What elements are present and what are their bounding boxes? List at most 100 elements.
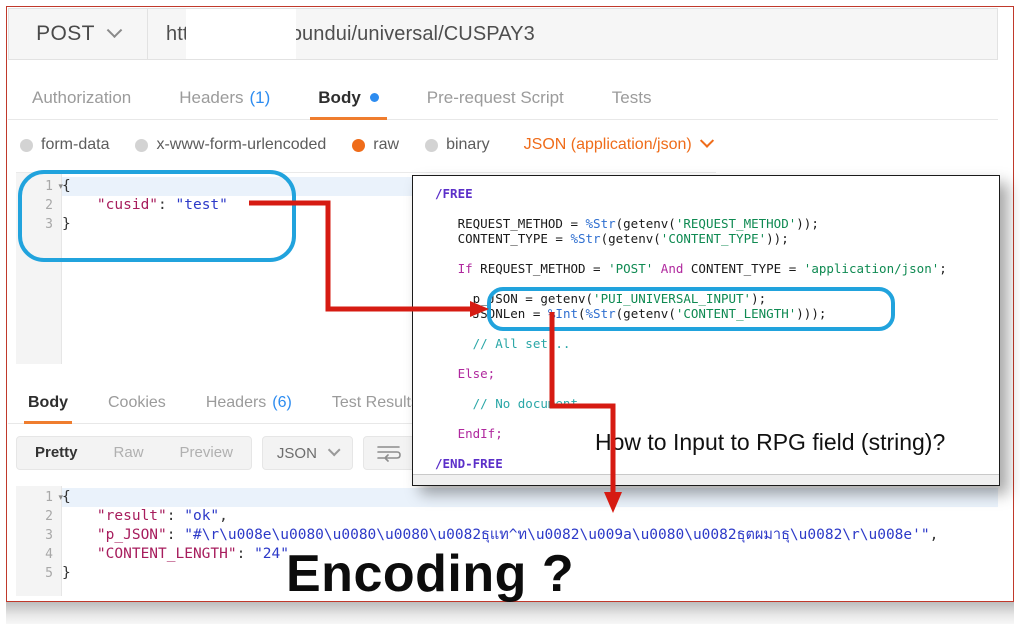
word-wrap-button[interactable] bbox=[362, 436, 415, 470]
view-mode-raw[interactable]: Raw bbox=[96, 436, 162, 470]
code-line: "p_JSON": "#\r\u008e\u0080\u0080\u0080\u… bbox=[62, 526, 998, 545]
rpg-code-line bbox=[435, 276, 999, 291]
rpg-code-line bbox=[435, 411, 999, 426]
screenshot-root: POST http 3080/profoundui/universal/CUSP… bbox=[0, 0, 1020, 624]
code-token: "CONTENT_LENGTH" bbox=[96, 546, 237, 562]
rpg-code-line bbox=[435, 321, 999, 336]
line-number: 2 bbox=[45, 198, 53, 213]
response-format-dropdown[interactable]: JSON bbox=[261, 436, 353, 470]
tab-label: Pre-request Script bbox=[426, 87, 564, 107]
rpg-code-line: JSONLen = %Int(%Str(getenv('CONTENT_LENG… bbox=[435, 306, 999, 321]
rpg-code-token: If bbox=[435, 261, 473, 276]
rpg-code-token: REQUEST_METHOD = bbox=[472, 261, 609, 276]
code-token: } bbox=[62, 216, 71, 232]
rpg-code-token: )); bbox=[766, 231, 789, 246]
request-url-row: POST http 3080/profoundui/universal/CUSP… bbox=[8, 8, 998, 60]
rpg-code-token: ( bbox=[578, 306, 586, 321]
rpg-code-token: ; bbox=[939, 261, 947, 276]
rpg-code-token: // All set... bbox=[435, 336, 571, 351]
code-line: { bbox=[62, 488, 998, 507]
tab-tests[interactable]: Tests bbox=[588, 76, 676, 120]
content-type-label: JSON (application/json) bbox=[523, 136, 692, 153]
response-view-mode-group: Pretty Raw Preview bbox=[16, 436, 252, 470]
rpg-code-token: 'application/json' bbox=[803, 261, 940, 276]
line-number: 1 bbox=[45, 179, 53, 194]
code-token: "p_JSON" bbox=[96, 527, 167, 543]
rpg-code-token: CONTENT_TYPE = bbox=[435, 231, 571, 246]
http-method-label: POST bbox=[36, 22, 95, 45]
radio-form-data[interactable]: form-data bbox=[20, 136, 109, 154]
rpg-code-token: 'POST' bbox=[608, 261, 654, 276]
body-type-radio-row: form-data x-www-form-urlencoded raw bina… bbox=[20, 128, 1000, 162]
response-tab-body[interactable]: Body bbox=[8, 382, 88, 424]
chevron-down-icon bbox=[106, 21, 123, 38]
rpg-code-line: Else; bbox=[435, 366, 999, 381]
code-token: , bbox=[219, 508, 228, 524]
radio-x-www-form-urlencoded[interactable]: x-www-form-urlencoded bbox=[135, 136, 326, 154]
tab-headers[interactable]: Headers (1) bbox=[155, 76, 294, 120]
code-token: : bbox=[236, 546, 255, 562]
rpg-code-token: ); bbox=[751, 291, 767, 306]
rpg-code-token: REQUEST_METHOD = bbox=[435, 216, 586, 231]
tab-label: Authorization bbox=[32, 87, 132, 107]
line-number: 3 bbox=[45, 528, 53, 543]
rpg-code-token: %Str bbox=[585, 306, 616, 321]
rpg-code-token: 'PUI_UNIVERSAL_INPUT' bbox=[593, 291, 752, 306]
tab-label: Headers bbox=[179, 87, 244, 107]
tab-authorization[interactable]: Authorization bbox=[8, 76, 155, 120]
http-method-dropdown[interactable]: POST bbox=[8, 8, 148, 60]
radio-label: binary bbox=[446, 136, 490, 153]
response-editor-gutter: 1 ▾ 2 3 4 5 bbox=[16, 486, 63, 596]
rpg-code-token: )); bbox=[796, 216, 819, 231]
code-token: "ok" bbox=[184, 508, 220, 524]
rpg-code-token: /END-FREE bbox=[435, 456, 503, 471]
radio-raw[interactable]: raw bbox=[352, 136, 399, 154]
rpg-code-line bbox=[435, 201, 999, 216]
rpg-code-line bbox=[435, 246, 999, 261]
code-token: { bbox=[62, 178, 71, 194]
rpg-source-overlay: /FREE REQUEST_METHOD = %Str(getenv('REQU… bbox=[412, 175, 1000, 486]
url-input[interactable]: http 3080/profoundui/universal/CUSPAY3 bbox=[148, 8, 998, 60]
rpg-code-line: // All set... bbox=[435, 336, 999, 351]
tab-body[interactable]: Body bbox=[294, 76, 403, 120]
tab-label: Body bbox=[318, 87, 361, 107]
rpg-code-token: (getenv( bbox=[615, 306, 676, 321]
chevron-down-icon bbox=[699, 133, 714, 148]
radio-label: x-www-form-urlencoded bbox=[156, 136, 327, 153]
view-mode-pretty[interactable]: Pretty bbox=[17, 436, 96, 470]
response-tab-headers[interactable]: Headers (6) bbox=[186, 382, 312, 424]
tab-label: Body bbox=[28, 393, 68, 411]
request-editor-gutter: 1 ▾ 2 3 bbox=[16, 173, 63, 364]
code-token: "cusid" bbox=[96, 197, 159, 213]
rpg-code-token: %Str bbox=[570, 231, 601, 246]
rpg-code-line: /END-FREE bbox=[435, 456, 999, 471]
tab-pre-request-script[interactable]: Pre-request Script bbox=[403, 76, 588, 120]
request-tabs: Authorization Headers (1) Body Pre-reque… bbox=[8, 76, 998, 120]
line-number: 3 bbox=[45, 217, 53, 232]
rpg-code-token: CONTENT_TYPE = bbox=[683, 261, 804, 276]
window-bottom-strip bbox=[6, 602, 1014, 624]
word-wrap-icon bbox=[377, 446, 401, 462]
tab-label: Test Results bbox=[331, 393, 419, 411]
radio-binary[interactable]: binary bbox=[425, 136, 490, 154]
view-mode-preview[interactable]: Preview bbox=[162, 436, 251, 470]
response-format-label: JSON bbox=[276, 444, 317, 462]
code-line: "result": "ok", bbox=[62, 507, 998, 526]
rpg-code-token: 'REQUEST_METHOD' bbox=[675, 216, 797, 231]
response-toolbar: Pretty Raw Preview JSON bbox=[16, 434, 415, 472]
response-tab-cookies[interactable]: Cookies bbox=[88, 382, 186, 424]
rpg-code-token: p_JSON = getenv( bbox=[435, 291, 594, 306]
code-token: { bbox=[62, 489, 71, 505]
rpg-code-token: %Str bbox=[585, 216, 616, 231]
rpg-code-token: // No document... bbox=[435, 396, 601, 411]
radio-label: form-data bbox=[41, 136, 110, 153]
content-type-dropdown[interactable]: JSON (application/json) bbox=[523, 133, 714, 154]
code-token: "24" bbox=[254, 546, 289, 562]
rpg-code-token: Else; bbox=[435, 366, 496, 381]
rpg-code-line: CONTENT_TYPE = %Str(getenv('CONTENT_TYPE… bbox=[435, 231, 999, 246]
line-number: 1 bbox=[45, 490, 53, 505]
code-token: "test" bbox=[175, 197, 228, 213]
rpg-code-line: /FREE bbox=[435, 186, 999, 201]
rpg-code-line bbox=[435, 351, 999, 366]
rpg-window-footer bbox=[413, 474, 999, 485]
